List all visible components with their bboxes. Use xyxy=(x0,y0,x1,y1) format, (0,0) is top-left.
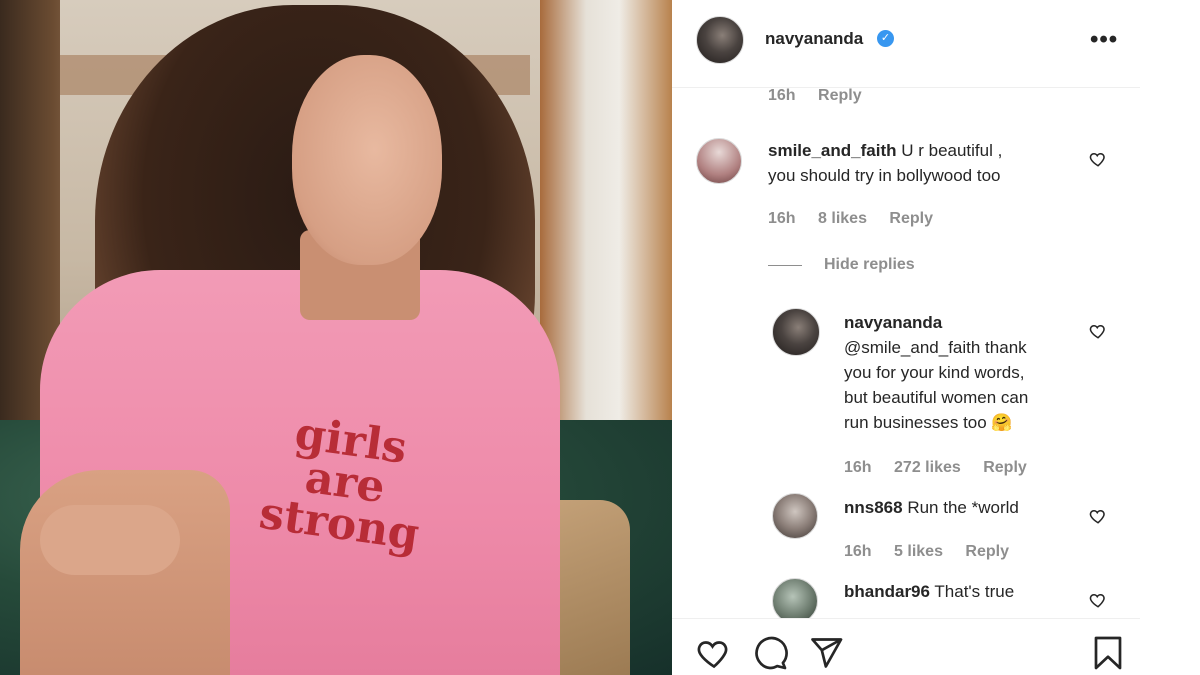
prev-comment-meta: 16h Reply xyxy=(768,88,880,105)
heart-icon[interactable] xyxy=(1089,150,1107,168)
share-icon[interactable] xyxy=(808,635,844,671)
reply-button[interactable]: Reply xyxy=(983,459,1027,476)
author-username[interactable]: navyananda xyxy=(765,29,863,49)
reply-text: nns868 Run the *world xyxy=(844,495,1094,520)
reply-avatar[interactable] xyxy=(772,493,818,539)
comment-time: 16h xyxy=(768,210,796,227)
reply-body: Run the *world xyxy=(907,498,1019,517)
reply-body: That's true xyxy=(934,582,1015,601)
reply-body-line: but beautiful women can xyxy=(844,388,1029,407)
reply-button[interactable]: Reply xyxy=(889,210,933,227)
reply-time: 16h xyxy=(844,543,872,560)
comment-meta: 16h 8 likes Reply xyxy=(768,210,951,228)
heart-icon[interactable] xyxy=(1089,322,1107,340)
hide-replies-line xyxy=(768,265,802,266)
reply-username[interactable]: nns868 xyxy=(844,498,903,517)
reply-likes[interactable]: 5 likes xyxy=(894,543,943,560)
page-margin xyxy=(1140,0,1200,675)
hide-replies-button[interactable]: Hide replies xyxy=(824,256,915,274)
heart-icon[interactable] xyxy=(1089,507,1107,525)
post-side-panel: navyananda ✓ ••• 16h Reply smile_and_fai… xyxy=(672,0,1140,675)
shirt-print: girls are strong xyxy=(242,407,448,561)
reply-text: bhandar96 That's true xyxy=(844,579,1094,604)
reply-avatar[interactable] xyxy=(772,308,820,356)
comment-body: U r beautiful , xyxy=(901,141,1003,160)
comment-body: you should try in bollywood too xyxy=(768,166,1001,185)
photo-hand xyxy=(40,505,180,575)
reply-username[interactable]: navyananda xyxy=(844,313,942,332)
bookmark-icon[interactable] xyxy=(1090,635,1126,671)
post-photo[interactable]: girls are strong xyxy=(0,0,672,675)
reply-avatar[interactable] xyxy=(772,578,818,618)
reply-meta: 16h 272 likes Reply xyxy=(844,459,1045,477)
comment-time: 16h xyxy=(768,88,796,104)
reply-button[interactable]: Reply xyxy=(818,88,862,104)
heart-icon[interactable] xyxy=(1089,591,1107,609)
author-avatar[interactable] xyxy=(696,16,744,64)
commenter-avatar[interactable] xyxy=(696,138,742,184)
reply-body-line: run businesses too 🤗 xyxy=(844,413,1013,432)
comment-text: smile_and_faith U r beautiful , you shou… xyxy=(768,138,1098,188)
heart-icon[interactable] xyxy=(696,635,732,671)
reply-time: 16h xyxy=(844,459,872,476)
reply-body-line: @smile_and_faith thank xyxy=(844,338,1027,357)
photo-face xyxy=(292,55,442,265)
reply-username[interactable]: bhandar96 xyxy=(844,582,930,601)
post-action-bar xyxy=(672,618,1140,675)
verified-badge-icon: ✓ xyxy=(877,30,894,47)
comment-username[interactable]: smile_and_faith xyxy=(768,141,897,160)
reply-button[interactable]: Reply xyxy=(965,543,1009,560)
reply-likes[interactable]: 272 likes xyxy=(894,459,961,476)
reply-meta: 16h 5 likes Reply xyxy=(844,543,1027,561)
post-header: navyananda ✓ ••• xyxy=(672,0,1140,88)
reply-text: navyananda @smile_and_faith thank you fo… xyxy=(844,310,1094,435)
reply-body-line: you for your kind words, xyxy=(844,363,1025,382)
comments-list[interactable]: 16h Reply smile_and_faith U r beautiful … xyxy=(672,88,1140,618)
more-options-icon[interactable]: ••• xyxy=(1090,26,1118,54)
comment-likes[interactable]: 8 likes xyxy=(818,210,867,227)
comment-icon[interactable] xyxy=(752,635,788,671)
